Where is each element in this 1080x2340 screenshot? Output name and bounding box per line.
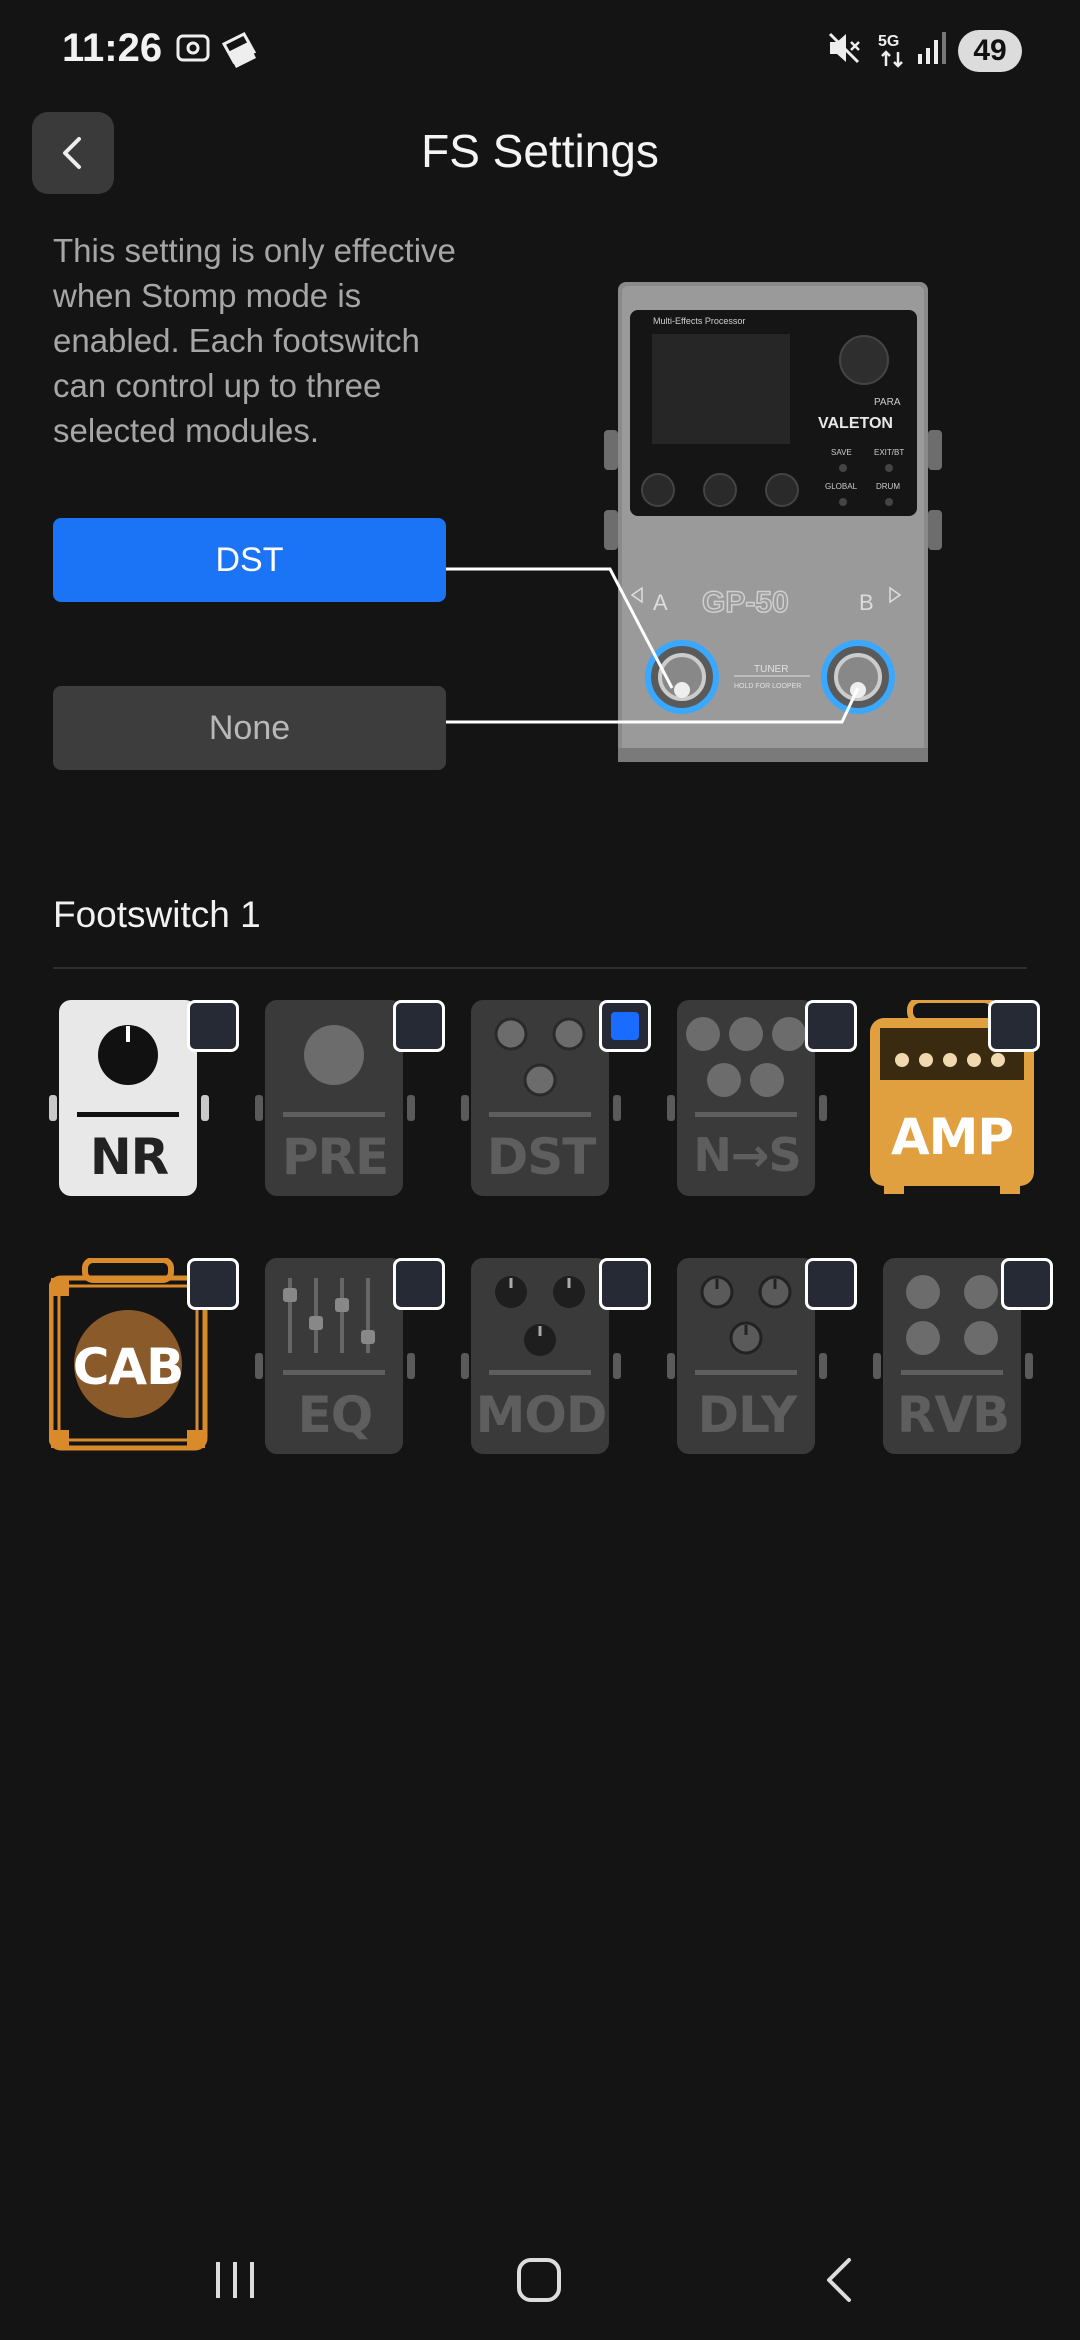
- status-time: 11:26: [62, 26, 163, 70]
- module-dst[interactable]: DST: [461, 1000, 651, 1210]
- module-label: PRE: [281, 1128, 389, 1186]
- module-checkbox[interactable]: [187, 1258, 239, 1310]
- footswitch-b-button[interactable]: None: [53, 686, 446, 770]
- recent-apps-icon[interactable]: [210, 2250, 260, 2310]
- section-title: Footswitch 1: [53, 894, 261, 935]
- module-label: AMP: [890, 1108, 1014, 1166]
- module-label: NR: [89, 1128, 169, 1186]
- module-mod[interactable]: MOD: [461, 1258, 651, 1468]
- pedal-caption: Multi-Effects Processor: [653, 316, 745, 326]
- pedal-tuner: TUNER: [754, 664, 788, 675]
- pedal-hold: HOLD FOR LOOPER: [734, 683, 801, 690]
- module-label: RVB: [896, 1386, 1010, 1444]
- pedal-para: PARA: [874, 397, 901, 408]
- pedal-illustration: Multi-Effects Processor PARA VALETON SAV…: [440, 270, 960, 770]
- module-amp[interactable]: AMP: [870, 1000, 1050, 1210]
- module-label: MOD: [475, 1386, 608, 1444]
- module-pre[interactable]: PRE: [255, 1000, 445, 1210]
- pedal-a-label: A: [653, 590, 668, 615]
- module-eq[interactable]: EQ: [255, 1258, 445, 1468]
- status-bar: 11:26 5G 49: [0, 0, 1080, 100]
- screenshot-icon: [176, 34, 210, 62]
- module-label: EQ: [297, 1386, 374, 1444]
- module-checkbox-checked[interactable]: [599, 1000, 651, 1052]
- battery-level: 49: [958, 30, 1022, 72]
- module-checkbox[interactable]: [805, 1258, 857, 1310]
- module-checkbox[interactable]: [393, 1000, 445, 1052]
- pedal-brand: VALETON: [818, 415, 893, 432]
- mute-icon: [828, 32, 860, 64]
- module-checkbox[interactable]: [393, 1258, 445, 1310]
- module-label: CAB: [72, 1338, 185, 1396]
- module-ns[interactable]: N→S: [667, 1000, 857, 1210]
- photos-icon: [221, 32, 257, 68]
- signal-icon: [918, 32, 946, 64]
- home-icon[interactable]: [510, 2250, 570, 2310]
- module-dly[interactable]: DLY: [667, 1258, 857, 1468]
- pedal-b-label: B: [859, 590, 874, 615]
- pedal-model: GP-50: [702, 586, 789, 619]
- module-label: DST: [486, 1128, 597, 1186]
- module-checkbox[interactable]: [1001, 1258, 1053, 1310]
- module-checkbox[interactable]: [599, 1258, 651, 1310]
- svg-text:5G: 5G: [878, 33, 899, 50]
- description-text: This setting is only effective when Stom…: [53, 232, 456, 449]
- system-nav-bar: [0, 2230, 1080, 2340]
- module-label: DLY: [697, 1386, 798, 1444]
- module-checkbox[interactable]: [988, 1000, 1040, 1052]
- module-nr[interactable]: NR: [49, 1000, 239, 1210]
- pedal-drum: DRUM: [876, 482, 900, 491]
- footswitch-a-button[interactable]: DST: [53, 518, 446, 602]
- module-cab[interactable]: CAB: [49, 1258, 239, 1468]
- pedal-save: SAVE: [831, 448, 852, 457]
- module-checkbox[interactable]: [187, 1000, 239, 1052]
- pedal-global: GLOBAL: [825, 482, 858, 491]
- module-label: N→S: [693, 1128, 801, 1182]
- back-nav-icon[interactable]: [815, 2250, 865, 2310]
- module-checkbox[interactable]: [805, 1000, 857, 1052]
- pedal-exit: EXIT/BT: [874, 448, 904, 457]
- divider: [53, 967, 1027, 969]
- 5g-icon: 5G: [878, 33, 903, 68]
- page-title: FS Settings: [421, 125, 659, 177]
- module-rvb[interactable]: RVB: [873, 1258, 1053, 1468]
